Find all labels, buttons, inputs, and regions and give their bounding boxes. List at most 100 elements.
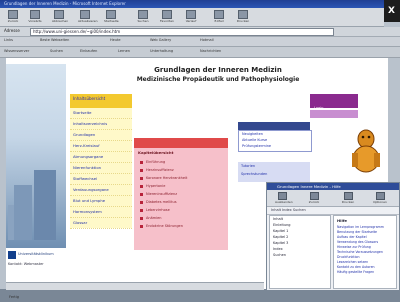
search-button[interactable]: Suchen [136,10,150,24]
help-link[interactable]: Häufig gestellte Fragen [334,270,396,275]
link-item[interactable]: Heute [110,38,121,42]
nav-item[interactable]: Verdauungsorgane [70,185,132,196]
red-panel-header: Pathophysiologie [134,138,228,154]
printer-icon [343,192,353,200]
fav-item[interactable]: Einkaufen [80,49,97,53]
fav-item[interactable]: Wissensserver [4,49,29,53]
building-shape [14,185,32,240]
fav-item[interactable]: Nachrichten [200,49,221,53]
news-header [238,122,310,130]
help-back-button[interactable]: Zurück [307,192,321,204]
chapter-link[interactable]: Koronare Herzkrankheit [134,174,228,182]
mascot-figure-icon [352,129,380,173]
chapter-link[interactable]: Einführung [134,158,228,166]
printer-icon [238,10,248,19]
back-icon [8,10,18,19]
news-link[interactable]: Prüfungstermine [239,143,311,149]
home-icon [106,10,116,19]
window-titlebar: Grundlagen der Inneren Medizin - Microso… [0,0,386,8]
fav-item[interactable]: Unterhaltung [150,49,173,53]
browser-toolbar: Zurück Vorwärts Abbrechen Aktualisieren … [0,8,384,27]
info-link[interactable]: Sprechstunden [238,170,310,178]
refresh-button[interactable]: Aktualisieren [78,10,98,24]
refresh-icon [80,10,90,19]
purple-bar [310,110,358,118]
red-panel-subtitle: Kapitelübersicht [138,150,174,155]
nav-item[interactable]: Hormonsystem [70,207,132,218]
chapter-link[interactable]: Endokrine Störungen [134,222,228,230]
mail-icon [214,10,224,19]
hide-button[interactable]: Ausblenden [275,192,293,204]
login-button[interactable]: Login [310,94,358,110]
help-toc-item[interactable]: Suchen [270,252,330,258]
hide-icon [277,192,287,200]
history-button[interactable]: Verlauf [184,10,198,24]
nav-item[interactable]: Blut und Lymphe [70,196,132,207]
building-shape [34,170,56,240]
page-subtitle: Medizinische Propädeutik und Pathophysio… [136,76,300,83]
mail-button[interactable]: E-Mail [212,10,226,24]
chapter-link[interactable]: Herzinsuffizienz [134,166,228,174]
chapter-link[interactable]: Niereninsuffizienz [134,190,228,198]
chapter-link[interactable]: Anämien [134,214,228,222]
back-icon [309,192,319,200]
window-controls[interactable]: X [384,0,400,22]
nav-item[interactable]: Startseite [70,108,132,119]
status-text: Fertig [9,295,19,299]
info-link[interactable]: Tutorien [238,162,310,170]
nav-item[interactable]: Atmungsorgane [70,152,132,163]
nav-item[interactable]: Stoffwechsel [70,174,132,185]
back-button[interactable]: Zurück [6,10,20,24]
help-window-title: Grundlagen Innere Medizin - Hilfe [267,183,399,190]
fav-item[interactable]: Suchen [50,49,63,53]
nav-menu: Startseite Inhaltsverzeichnis Grundlagen… [70,108,132,229]
help-window: Grundlagen Innere Medizin - Hilfe Ausble… [266,182,400,291]
forward-button[interactable]: Vorwärts [28,10,42,24]
nav-header: Inhaltsübersicht [70,94,132,108]
page-title: Grundlagen der Inneren Medizin [154,66,282,74]
chapter-link[interactable]: Leberzirrhose [134,206,228,214]
link-item[interactable]: Web Gallery [150,38,171,42]
nav-item[interactable]: Inhaltsverzeichnis [70,119,132,130]
help-tabs[interactable]: Inhalt Index Suchen [267,207,399,215]
chapter-link[interactable]: Hypertonie [134,182,228,190]
history-icon [186,10,196,19]
links-label: Links [4,38,13,42]
favorites-button[interactable]: Favoriten [160,10,174,24]
nav-item[interactable]: Grundlagen [70,130,132,141]
address-bar: Adresse http://www.uni-giessen.de/~gi00/… [0,27,400,37]
favorites-bar: Wissensserver Suchen Einkaufen Lernen Un… [0,47,400,58]
red-panel: Kapitelübersicht Einführung Herzinsuffiz… [134,148,228,250]
nav-item[interactable]: Nierenfunktion [70,163,132,174]
address-input[interactable]: http://www.uni-giessen.de/~gi00/index.ht… [30,28,334,36]
stop-icon [54,10,64,19]
help-toolbar: Ausblenden Zurück Drucken Optionen [267,190,399,207]
contact-link[interactable]: Kontakt: Webmaster [8,262,44,266]
address-label: Adresse [4,28,20,33]
star-icon [162,10,172,19]
link-item[interactable]: Hotmail [200,38,214,42]
options-icon [375,192,385,200]
university-logo-icon [8,251,16,259]
help-content-pane: Hilfe Navigation im Lernprogramm Benutzu… [333,215,397,289]
options-button[interactable]: Optionen [373,192,387,204]
search-icon [138,10,148,19]
home-button[interactable]: Startseite [104,10,119,24]
window-title: Grundlagen der Inneren Medizin - Microso… [4,1,126,6]
close-icon[interactable]: X [388,6,395,16]
news-panel: Neuigkeiten Aktuelle Kurse Prüfungstermi… [238,130,312,152]
print-button[interactable]: Drucken [236,10,250,24]
logo-text: Universitätsklinikum [18,252,54,256]
chapter-link[interactable]: Diabetes mellitus [134,198,228,206]
info-panel: Tutorien Sprechstunden [238,162,310,182]
fav-item[interactable]: Lernen [118,49,130,53]
link-item[interactable]: Beste Webseiten [40,38,69,42]
help-print-button[interactable]: Drucken [341,192,355,204]
stop-button[interactable]: Abbrechen [52,10,68,24]
nav-item[interactable]: Glossar [70,218,132,229]
nav-item[interactable]: Herz-Kreislauf [70,141,132,152]
help-content-title: Hilfe [337,218,348,223]
help-contents-pane: Inhalt Einleitung Kapitel 1 Kapitel 2 Ka… [269,215,331,289]
forward-icon [30,10,40,19]
desktop: Grundlagen der Inneren Medizin - Microso… [0,0,400,299]
